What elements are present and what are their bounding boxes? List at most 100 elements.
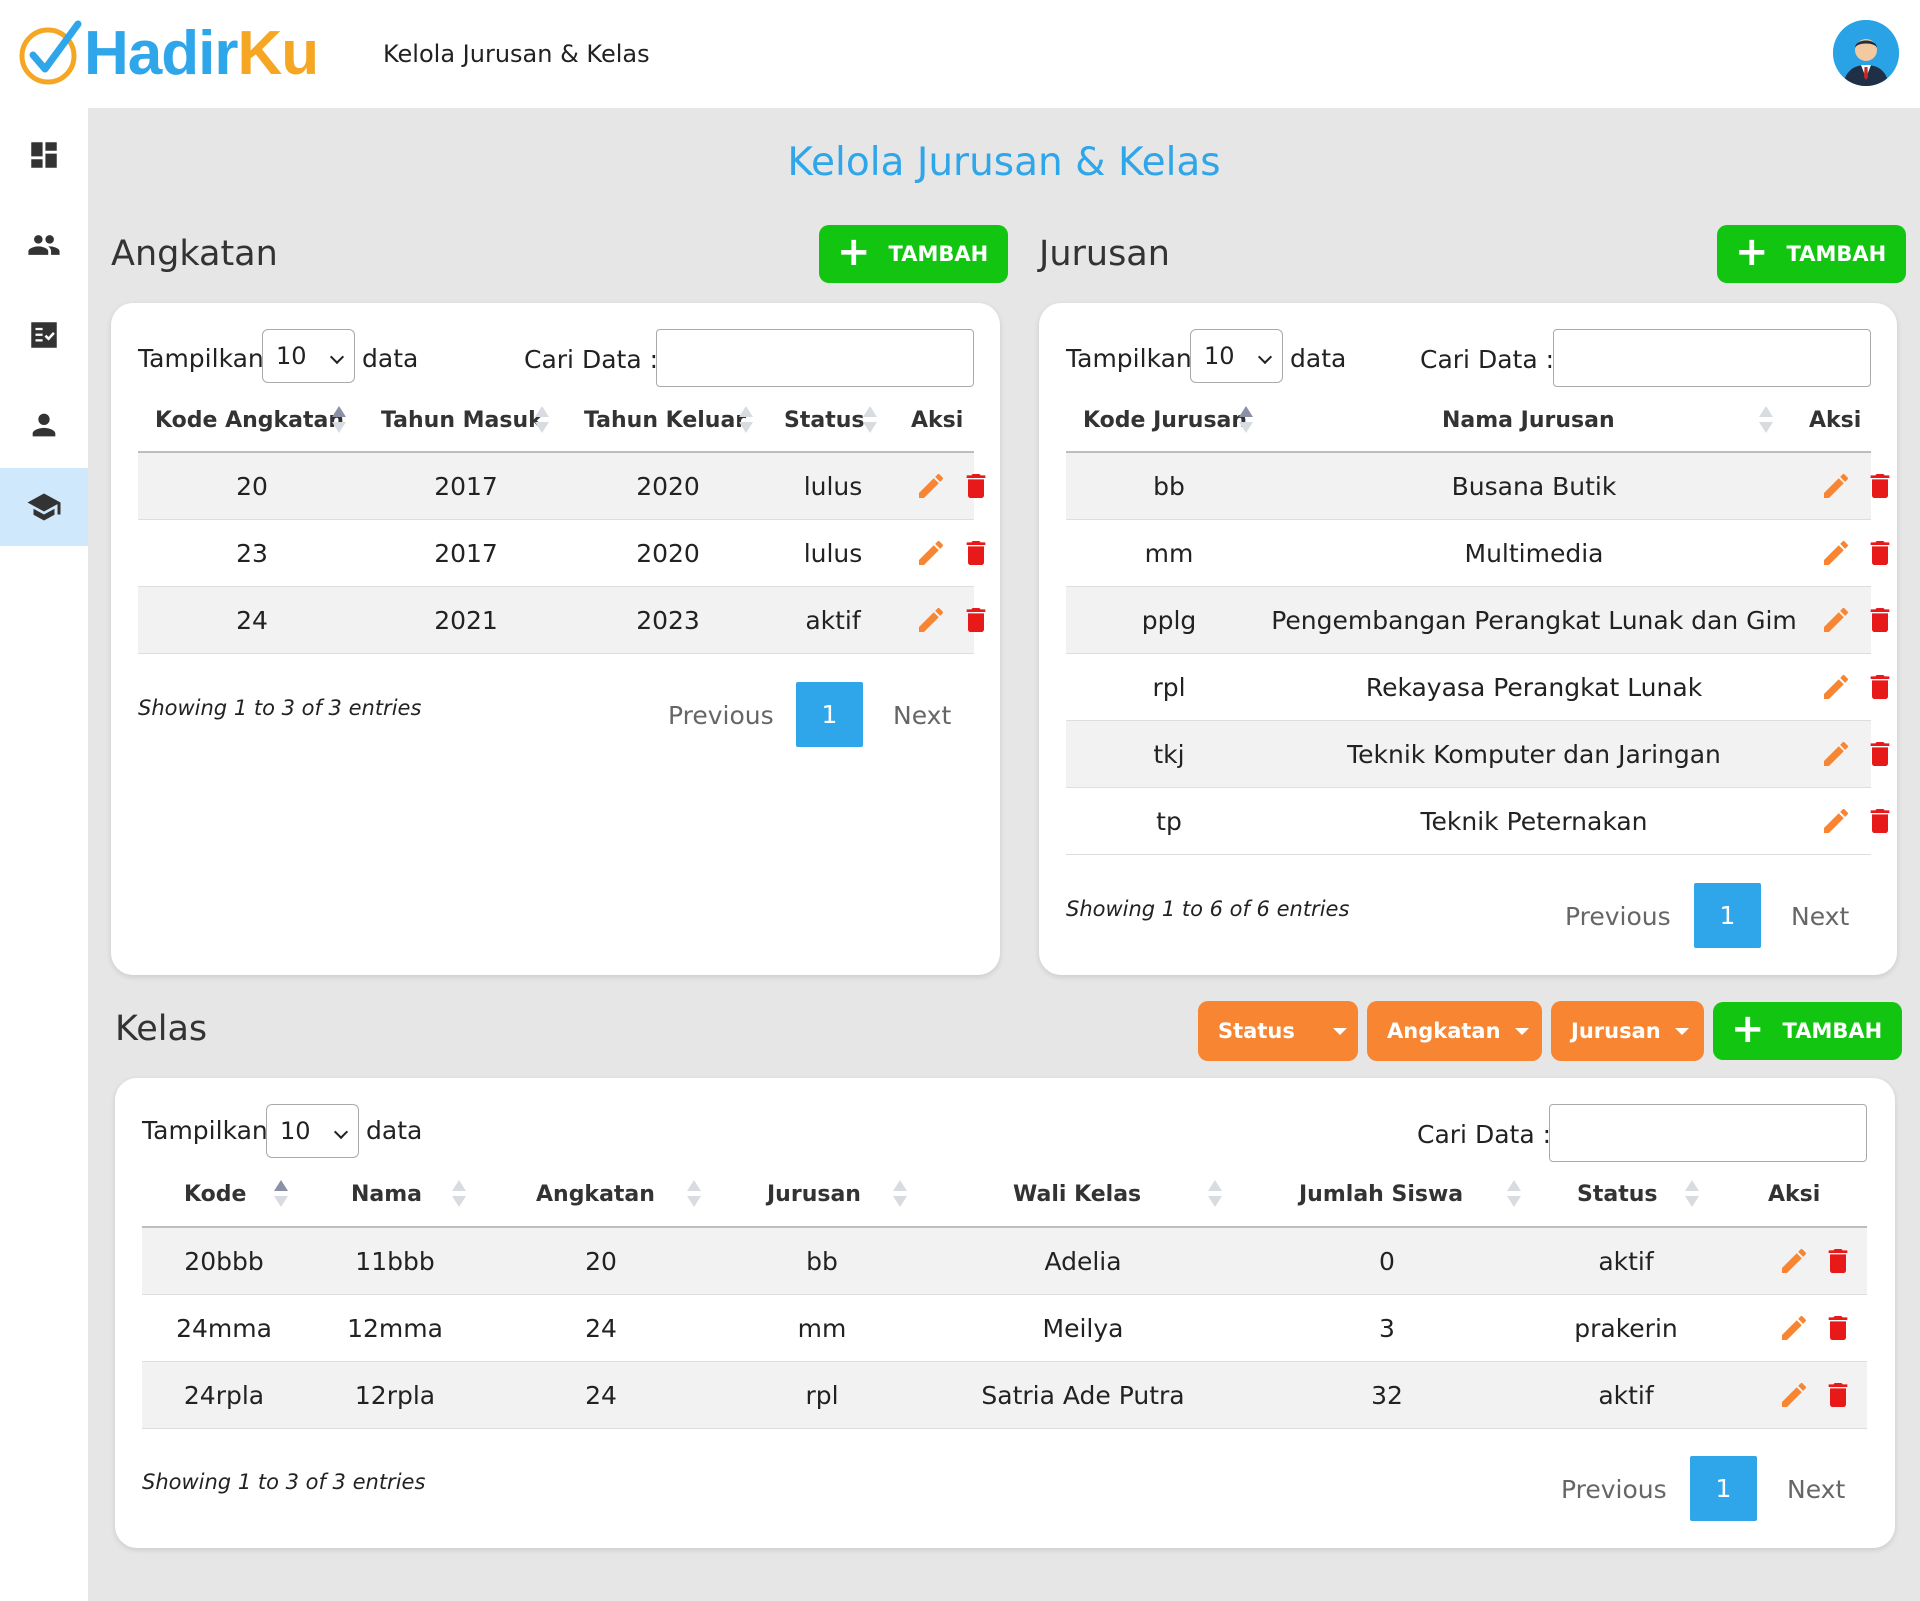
kelas-search-input[interactable] bbox=[1549, 1104, 1867, 1162]
table-cell: Satria Ade Putra bbox=[981, 1381, 1185, 1410]
table-cell: 0 bbox=[1379, 1247, 1395, 1276]
kelas-showing: Showing 1 to 3 of 3 entries bbox=[142, 1470, 426, 1494]
edit-icon[interactable] bbox=[1820, 470, 1852, 504]
edit-icon[interactable] bbox=[1820, 671, 1852, 705]
col-nama[interactable]: Nama bbox=[351, 1182, 422, 1207]
col-kode-angkatan[interactable]: Kode Angkatan bbox=[155, 408, 344, 433]
jurusan-page-size-select[interactable]: 10 bbox=[1190, 329, 1283, 383]
kelas-page-1-button[interactable]: 1 bbox=[1690, 1456, 1757, 1521]
angkatan-prev-button[interactable]: Previous bbox=[668, 701, 774, 730]
users-icon bbox=[28, 235, 60, 255]
col-kode-jurusan[interactable]: Kode Jurusan bbox=[1083, 408, 1247, 433]
filter-status-button[interactable]: Status bbox=[1198, 1001, 1358, 1061]
caret-down-icon bbox=[1674, 1027, 1689, 1035]
delete-icon[interactable] bbox=[1822, 1312, 1854, 1346]
search-label: Cari Data : bbox=[524, 345, 659, 374]
app-logo[interactable]: HadirKu bbox=[16, 18, 319, 88]
edit-icon[interactable] bbox=[915, 604, 947, 638]
add-angkatan-button[interactable]: + TAMBAH bbox=[819, 225, 1009, 283]
table-cell: 11bbb bbox=[355, 1247, 435, 1276]
sidebar-item-dashboard[interactable] bbox=[0, 116, 88, 194]
table-cell: 20 bbox=[236, 472, 268, 501]
table-cell: mm bbox=[797, 1314, 847, 1343]
edit-icon[interactable] bbox=[915, 537, 947, 571]
avatar-person-icon bbox=[1833, 20, 1899, 86]
jurusan-prev-button[interactable]: Previous bbox=[1565, 902, 1671, 931]
add-jurusan-button[interactable]: + TAMBAH bbox=[1717, 225, 1907, 283]
table-cell: tp bbox=[1156, 807, 1182, 836]
edit-icon[interactable] bbox=[915, 470, 947, 504]
delete-icon[interactable] bbox=[1864, 805, 1896, 839]
angkatan-page-size-select[interactable]: 10 bbox=[262, 329, 355, 383]
col-jurusan[interactable]: Jurusan bbox=[767, 1182, 861, 1207]
chevron-down-icon bbox=[329, 349, 345, 365]
page-heading: Kelola Jurusan & Kelas bbox=[787, 140, 1221, 185]
sort-icon bbox=[452, 1180, 466, 1208]
sidebar-item-users[interactable] bbox=[0, 206, 88, 284]
table-cell: 32 bbox=[1371, 1381, 1403, 1410]
edit-icon[interactable] bbox=[1820, 604, 1852, 638]
jurusan-next-button[interactable]: Next bbox=[1791, 902, 1849, 931]
delete-icon[interactable] bbox=[1864, 738, 1896, 772]
table-cell: 12mma bbox=[347, 1314, 443, 1343]
angkatan-card: Tampilkan 10 data Cari Data : Kode Angka… bbox=[111, 303, 1000, 975]
col-status[interactable]: Status bbox=[784, 408, 864, 433]
jurusan-page-1-button[interactable]: 1 bbox=[1694, 883, 1761, 948]
col-tahun-keluar[interactable]: Tahun Keluar bbox=[584, 408, 746, 433]
delete-icon[interactable] bbox=[960, 470, 992, 504]
table-row: 24rpla 12rpla 24 rpl Satria Ade Putra 32 aktif bbox=[142, 1362, 1867, 1429]
angkatan-search-input[interactable] bbox=[656, 329, 974, 387]
data-label: data bbox=[366, 1116, 423, 1145]
kelas-page-size-select[interactable]: 10 bbox=[266, 1104, 359, 1158]
table-row: 24 2021 2023 aktif bbox=[138, 587, 986, 654]
table-row: 20 2017 2020 lulus bbox=[138, 453, 986, 520]
delete-icon[interactable] bbox=[1864, 537, 1896, 571]
add-kelas-button[interactable]: + TAMBAH bbox=[1713, 1002, 1903, 1060]
edit-icon[interactable] bbox=[1778, 1312, 1810, 1346]
edit-icon[interactable] bbox=[1820, 738, 1852, 772]
logo-text: HadirKu bbox=[84, 18, 319, 88]
kelas-next-button[interactable]: Next bbox=[1787, 1475, 1845, 1504]
delete-icon[interactable] bbox=[1864, 604, 1896, 638]
table-cell: bb bbox=[806, 1247, 838, 1276]
table-row: tp Teknik Peternakan bbox=[1066, 788, 1890, 855]
edit-icon[interactable] bbox=[1778, 1379, 1810, 1413]
col-status[interactable]: Status bbox=[1577, 1182, 1657, 1207]
sidebar-item-jurusan-kelas[interactable] bbox=[0, 468, 88, 546]
col-angkatan[interactable]: Angkatan bbox=[536, 1182, 655, 1207]
angkatan-page-1-button[interactable]: 1 bbox=[796, 682, 863, 747]
table-cell: 2017 bbox=[434, 539, 498, 568]
col-wali-kelas[interactable]: Wali Kelas bbox=[1013, 1182, 1141, 1207]
sidebar-item-attendance[interactable] bbox=[0, 296, 88, 374]
delete-icon[interactable] bbox=[960, 604, 992, 638]
jurusan-card: Tampilkan 10 data Cari Data : Kode Jurus… bbox=[1039, 303, 1897, 975]
delete-icon[interactable] bbox=[1822, 1245, 1854, 1279]
delete-icon[interactable] bbox=[1864, 671, 1896, 705]
sort-icon bbox=[535, 406, 549, 434]
col-tahun-masuk[interactable]: Tahun Masuk bbox=[381, 408, 543, 433]
edit-icon[interactable] bbox=[1820, 537, 1852, 571]
angkatan-next-button[interactable]: Next bbox=[893, 701, 951, 730]
filter-jurusan-button[interactable]: Jurusan bbox=[1551, 1001, 1704, 1061]
top-bar: HadirKu Kelola Jurusan & Kelas bbox=[0, 0, 1920, 108]
col-kode[interactable]: Kode bbox=[184, 1182, 246, 1207]
jurusan-search-input[interactable] bbox=[1553, 329, 1871, 387]
kelas-prev-button[interactable]: Previous bbox=[1561, 1475, 1667, 1504]
table-cell: aktif bbox=[1598, 1381, 1654, 1410]
col-nama-jurusan[interactable]: Nama Jurusan bbox=[1442, 408, 1615, 433]
delete-icon[interactable] bbox=[1822, 1379, 1854, 1413]
sidebar-item-profile[interactable] bbox=[0, 386, 88, 464]
filter-angkatan-button[interactable]: Angkatan bbox=[1367, 1001, 1542, 1061]
edit-icon[interactable] bbox=[1778, 1245, 1810, 1279]
col-jumlah-siswa[interactable]: Jumlah Siswa bbox=[1299, 1182, 1463, 1207]
delete-icon[interactable] bbox=[960, 537, 992, 571]
angkatan-title: Angkatan bbox=[111, 234, 278, 274]
sort-icon bbox=[1759, 406, 1773, 434]
user-avatar[interactable] bbox=[1833, 20, 1899, 86]
chevron-down-icon bbox=[1257, 349, 1273, 365]
table-cell: 2023 bbox=[636, 606, 700, 635]
attendance-checklist-icon bbox=[31, 322, 57, 348]
edit-icon[interactable] bbox=[1820, 805, 1852, 839]
table-cell: prakerin bbox=[1574, 1314, 1678, 1343]
delete-icon[interactable] bbox=[1864, 470, 1896, 504]
